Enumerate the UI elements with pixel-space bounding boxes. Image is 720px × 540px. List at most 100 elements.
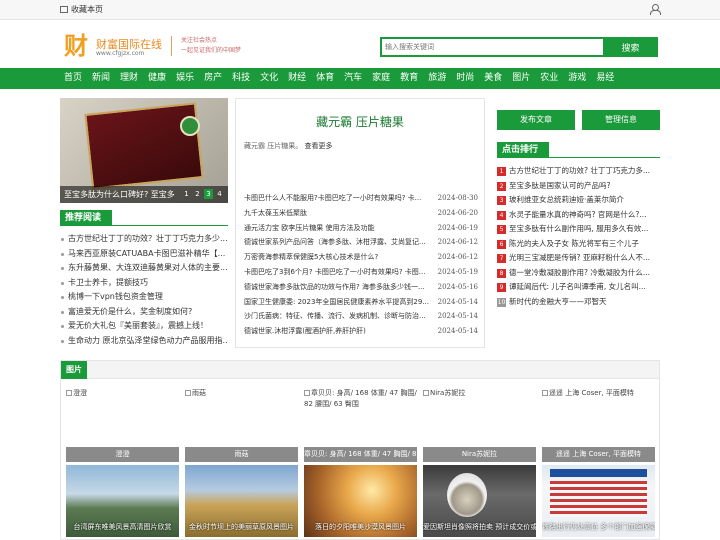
nav-item[interactable]: 理财 <box>120 68 138 89</box>
nav-item[interactable]: 教育 <box>400 68 418 89</box>
promo-caption[interactable]: 至宝多肽为什么口碑好? 至宝多 <box>64 189 175 200</box>
picture-item[interactable]: 章贝贝: 身高/ 168 体重/ 47 胸围/ 82 腰围/ 63 臀围 章贝贝… <box>304 388 417 463</box>
search-input[interactable] <box>382 39 603 55</box>
photo-taiwan-landscape[interactable]: 台湾屏东唯美风景高清图片欣赏 <box>66 465 179 537</box>
nav-item[interactable]: 科技 <box>232 68 250 89</box>
slider-page-active[interactable]: 3 <box>204 189 213 199</box>
news-title[interactable]: 通元活力宝 欧李压片糖果 使用方法及功能 <box>244 221 430 236</box>
rank-title[interactable]: 水灵子能量水真的神奇吗? 官网是什么?... <box>509 210 647 219</box>
manage-info-button[interactable]: 管理信息 <box>582 110 660 130</box>
photo-railway-board[interactable]: 铁路出行仍处高位 多个部门加强保障 <box>542 465 655 537</box>
rank-item[interactable]: 3 玻利维亚女总统莉迪娅·盖莱尔简介 <box>497 193 660 208</box>
news-title[interactable]: 沙门氏菌病：特征、传播、流行、发病机制、诊断与防治... <box>244 309 430 324</box>
list-item[interactable]: 马来西亚原装CATUABA卡图巴滋补精华【... <box>60 247 228 262</box>
rank-item[interactable]: 5 至宝多肽有什么副作用吗, 服用多久有效... <box>497 222 660 237</box>
list-item[interactable]: 生命动力 原北京弘泽堂绿色动力产品服用指... <box>60 334 228 349</box>
nav-item[interactable]: 图片 <box>512 68 530 89</box>
list-item[interactable]: 富迪爱无价是什么，奖金制度如何? <box>60 305 228 320</box>
photo-desert-sunset[interactable]: 落日的夕阳唯美沙漠风景图片 <box>304 465 417 537</box>
user-icon[interactable] <box>650 4 661 15</box>
rank-item[interactable]: 4 水灵子能量水真的神奇吗? 官网是什么?... <box>497 208 660 223</box>
rank-title[interactable]: 至宝多肽有什么副作用吗, 服用多久有效... <box>509 224 648 233</box>
rank-item[interactable]: 9 谭延闿后代: 儿子名叫谭季甫, 女儿名叫... <box>497 280 660 295</box>
slider-page[interactable]: 1 <box>182 189 191 199</box>
news-title[interactable]: 德诚世家海参多肽饮品的功效与作用? 海参多肽多少钱一... <box>244 280 430 295</box>
rank-title[interactable]: 谭延闿后代: 儿子名叫谭季甫, 女儿名叫... <box>509 282 646 291</box>
nav-item[interactable]: 美食 <box>484 68 502 89</box>
rank-title[interactable]: 光明三宝减肥是传销? 亚麻籽粉什么人不... <box>509 253 650 262</box>
news-row[interactable]: 国家卫生健康委: 2023年全国居民健康素养水平提高到29... 2024-05-… <box>244 295 478 310</box>
list-item[interactable]: 爱无价大礼包『美丽套装』，震撼上线！ <box>60 319 228 334</box>
picture-caption[interactable]: Nira苏妮拉 <box>423 447 536 462</box>
promo-slider[interactable]: 至宝多肽为什么口碑好? 至宝多 1 2 3 4 <box>60 98 228 203</box>
list-item[interactable]: 古方世纪壮丁丁的功效？壮丁丁巧克力多少... <box>60 232 228 247</box>
rank-item[interactable]: 10 新时代的金融大亨——邓智天 <box>497 295 660 310</box>
nav-item[interactable]: 健康 <box>148 68 166 89</box>
nav-item[interactable]: 汽车 <box>344 68 362 89</box>
rank-title[interactable]: 玻利维亚女总统莉迪娅·盖莱尔简介 <box>509 195 624 204</box>
picture-caption[interactable]: 章贝贝: 身高/ 168 体重/ 47 胸围/ 82 <box>304 447 417 462</box>
rank-item[interactable]: 2 至宝多肽是国家认可的产品吗? <box>497 179 660 194</box>
news-title[interactable]: 国家卫生健康委: 2023年全国居民健康素养水平提高到29... <box>244 295 430 310</box>
more-link[interactable]: 查看更多 <box>304 142 332 150</box>
photo-einstein-portrait[interactable]: 爱因斯坦肖像照将拍卖 预计成交价或超13... <box>423 465 536 537</box>
news-row[interactable]: 德诚世家系列产品问答（海参多肽、沐柑浮露、艾尚复记... 2024-06-12 <box>244 235 478 250</box>
picture-item[interactable]: 遥遥 上海 Coser, 平面模特 遥遥 上海 Coser, 平面模特 <box>542 388 655 463</box>
news-row[interactable]: 万密斋海参精萃保健膜5大核心技术是什么? 2024-06-12 <box>244 250 478 265</box>
rank-title[interactable]: 古方世纪壮丁丁的功效? 壮丁丁巧克力多... <box>509 166 650 175</box>
news-title[interactable]: 九千太葆玉米低聚肽 <box>244 206 430 221</box>
slider-page[interactable]: 2 <box>193 189 202 199</box>
list-item[interactable]: 卡卫士养卡，提额技巧 <box>60 276 228 291</box>
nav-item[interactable]: 旅游 <box>428 68 446 89</box>
news-title[interactable]: 德诚世家.沐柑浮露(醒酒护肝,养肝护肝) <box>244 324 430 339</box>
picture-item[interactable]: 雨菇 雨菇 <box>185 388 298 463</box>
rank-item[interactable]: 7 光明三宝减肥是传销? 亚麻籽粉什么人不... <box>497 251 660 266</box>
nav-item[interactable]: 房产 <box>204 68 222 89</box>
rank-title[interactable]: 新时代的金融大亨——邓智天 <box>509 297 607 306</box>
rank-item[interactable]: 8 德一堂冷敷凝胶副作用? 冷敷凝胶为什么... <box>497 266 660 281</box>
nav-item[interactable]: 时尚 <box>456 68 474 89</box>
picture-caption[interactable]: 遥遥 上海 Coser, 平面模特 <box>542 447 655 462</box>
news-row[interactable]: 通元活力宝 欧李压片糖果 使用方法及功能 2024-06-19 <box>244 221 478 236</box>
news-row[interactable]: 卡图巴吃了3到6个月? 卡图巴吃了一小时有效果吗? 卡图... 2024-05-1… <box>244 265 478 280</box>
rank-item[interactable]: 6 陈光的夫人及子女 陈光将军有三个儿子 <box>497 237 660 252</box>
nav-item[interactable]: 游戏 <box>568 68 586 89</box>
picture-item[interactable]: Nira苏妮拉 Nira苏妮拉 <box>423 388 536 463</box>
news-title[interactable]: 卡图巴什么人不能服用?卡图巴吃了一小时有效果吗? 卡... <box>244 191 430 206</box>
recommend-heading: 推荐阅读 <box>60 210 112 226</box>
nav-item[interactable]: 家庭 <box>372 68 390 89</box>
rank-title[interactable]: 德一堂冷敷凝胶副作用? 冷敷凝胶为什么... <box>509 268 650 277</box>
rank-item[interactable]: 1 古方世纪壮丁丁的功效? 壮丁丁巧克力多... <box>497 164 660 179</box>
picture-item[interactable]: 澄澄 澄澄 <box>66 388 179 463</box>
news-row[interactable]: 沙门氏菌病：特征、传播、流行、发病机制、诊断与防治... 2024-05-14 <box>244 309 478 324</box>
news-row[interactable]: 九千太葆玉米低聚肽 2024-06-20 <box>244 206 478 221</box>
picture-caption[interactable]: 雨菇 <box>185 447 298 462</box>
nav-item[interactable]: 易经 <box>596 68 614 89</box>
news-title[interactable]: 万密斋海参精萃保健膜5大核心技术是什么? <box>244 250 430 265</box>
news-row[interactable]: 卡图巴什么人不能服用?卡图巴吃了一小时有效果吗? 卡... 2024-08-30 <box>244 191 478 206</box>
news-date: 2024-06-12 <box>437 253 478 262</box>
news-title[interactable]: 卡图巴吃了3到6个月? 卡图巴吃了一小时有效果吗? 卡图... <box>244 265 430 280</box>
site-logo[interactable]: 财 财富国际在线 www.cfgjzx.com <box>64 33 184 59</box>
photo-grassland[interactable]: 金秋时节坝上的美丽草原风景图片 <box>185 465 298 537</box>
picture-caption[interactable]: 澄澄 <box>66 447 179 462</box>
search-button[interactable]: 搜索 <box>603 37 658 57</box>
nav-item[interactable]: 体育 <box>316 68 334 89</box>
favorite-link[interactable]: 收藏本页 <box>60 4 103 15</box>
slider-page[interactable]: 4 <box>215 189 224 199</box>
post-article-button[interactable]: 发布文章 <box>497 110 575 130</box>
nav-item[interactable]: 娱乐 <box>176 68 194 89</box>
list-item[interactable]: 桃博一下vpn钱包资金管理 <box>60 290 228 305</box>
nav-item[interactable]: 首页 <box>64 68 82 89</box>
nav-item[interactable]: 新闻 <box>92 68 110 89</box>
nav-item[interactable]: 文化 <box>260 68 278 89</box>
news-row[interactable]: 德诚世家海参多肽饮品的功效与作用? 海参多肽多少钱一... 2024-05-16 <box>244 280 478 295</box>
nav-item[interactable]: 财经 <box>288 68 306 89</box>
news-title[interactable]: 德诚世家系列产品问答（海参多肽、沐柑浮露、艾尚复记... <box>244 235 430 250</box>
rank-title[interactable]: 陈光的夫人及子女 陈光将军有三个儿子 <box>509 239 639 248</box>
list-item[interactable]: 东升藤黄果、大连双迪藤黄果对人体的主要... <box>60 261 228 276</box>
news-row[interactable]: 德诚世家.沐柑浮露(醒酒护肝,养肝护肝) 2024-05-14 <box>244 324 478 339</box>
nav-item[interactable]: 农业 <box>540 68 558 89</box>
rank-title[interactable]: 至宝多肽是国家认可的产品吗? <box>509 181 610 190</box>
feature-title[interactable]: 藏元霸 压片糖果 <box>236 113 484 130</box>
